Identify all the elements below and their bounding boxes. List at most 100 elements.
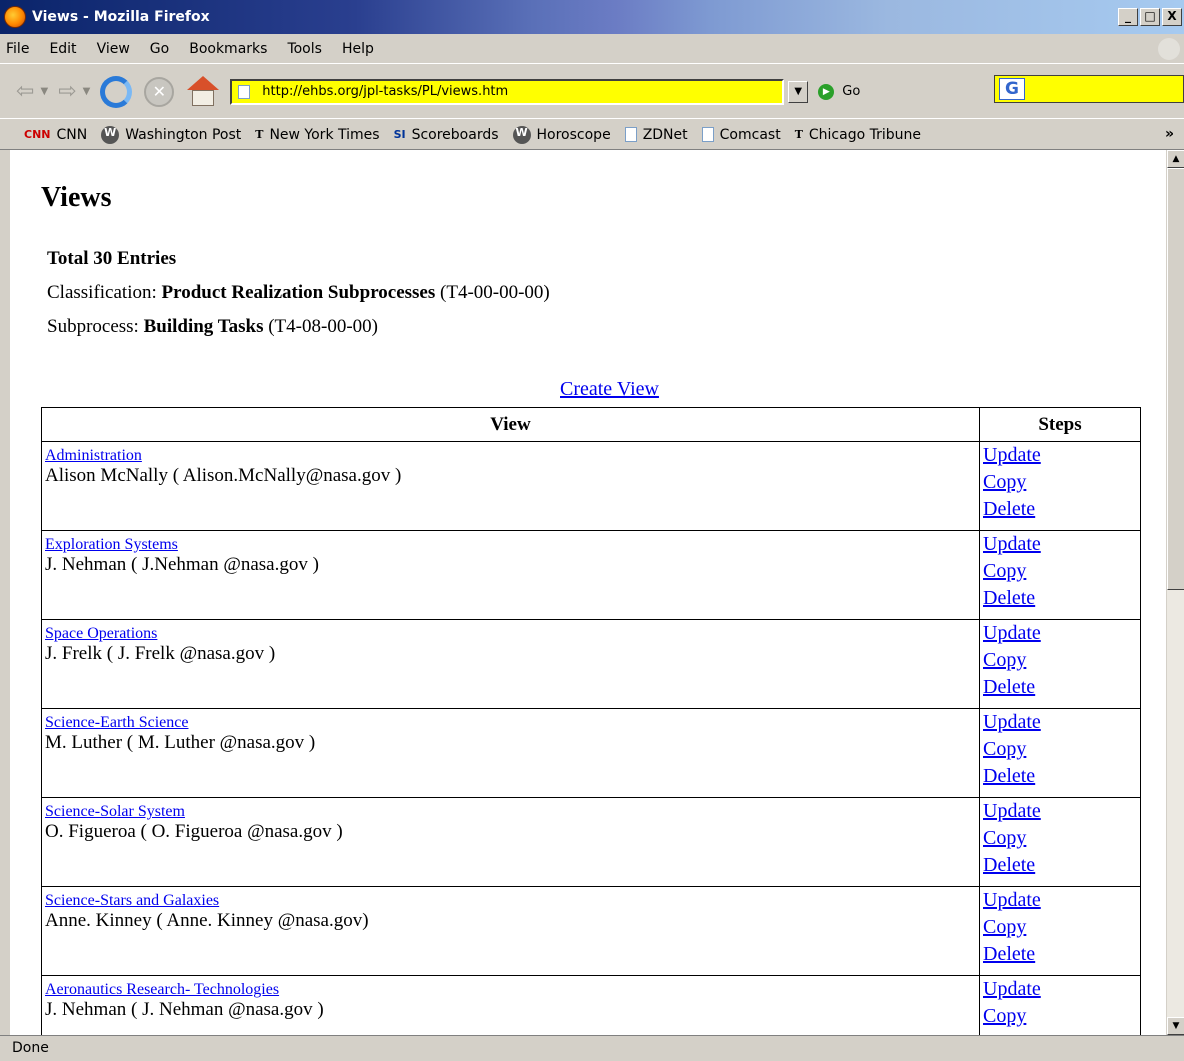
url-text[interactable]: http://ehbs.org/jpl-tasks/PL/views.htm (262, 84, 508, 99)
copy-link[interactable]: Copy (980, 1003, 1140, 1030)
subprocess-line: Subprocess: Building Tasks (T4-08-00-00) (47, 316, 378, 337)
reload-icon[interactable] (100, 75, 133, 108)
forward-arrow-icon: ⇨ (58, 79, 77, 104)
stop-icon[interactable]: ✕ (144, 76, 175, 107)
update-link[interactable]: Update (980, 620, 1140, 647)
page-content: Views Total 30 Entries Classification: P… (10, 150, 1166, 1035)
steps-cell: UpdateCopyDelete (979, 708, 1141, 798)
minimize-button[interactable]: _ (1118, 8, 1138, 26)
view-cell: Science-Solar System O. Figueroa ( O. Fig… (41, 797, 980, 887)
window-controls: _ □ X (1118, 8, 1182, 26)
steps-cell: UpdateCopyDelete (979, 797, 1141, 887)
delete-link[interactable]: Delete (980, 941, 1140, 968)
view-name-link[interactable]: Exploration Systems (42, 536, 979, 554)
bookmark-washington-post[interactable]: W Washington Post (101, 125, 241, 144)
view-cell: Science-Earth Science M. Luther ( M. Luth… (41, 708, 980, 798)
bookmarks-overflow-chevron-icon[interactable]: » (1165, 126, 1174, 142)
view-cell: Aeronautics Research- Technologies J. Ne… (41, 975, 980, 1035)
copy-link[interactable]: Copy (980, 736, 1140, 763)
back-button[interactable]: ⇦ ▼ (16, 79, 48, 104)
url-bar[interactable]: http://ehbs.org/jpl-tasks/PL/views.htm (230, 78, 785, 105)
bookmark-chicago-tribune[interactable]: T Chicago Tribune (795, 127, 921, 143)
view-cell: Space Operations J. Frelk ( J. Frelk @na… (41, 619, 980, 709)
update-link[interactable]: Update (980, 442, 1140, 469)
bookmark-scoreboards[interactable]: SI Scoreboards (394, 127, 499, 143)
menu-edit[interactable]: Edit (49, 41, 76, 57)
table-row: Exploration Systems J. Nehman ( J.Nehman… (41, 530, 1141, 620)
forward-dropdown-icon[interactable]: ▼ (83, 86, 91, 97)
throbber-icon (1158, 38, 1180, 60)
menu-bar: File Edit View Go Bookmarks Tools Help (0, 34, 1184, 64)
close-button[interactable]: X (1162, 8, 1182, 26)
url-dropdown-button[interactable]: ▼ (788, 80, 809, 103)
tribune-icon: T (794, 127, 803, 141)
view-owner: Alison McNally ( Alison.McNally@nasa.gov… (45, 465, 402, 486)
view-cell: Administration Alison McNally ( Alison.Mc… (41, 441, 980, 531)
bookmark-new-york-times[interactable]: T New York Times (255, 127, 379, 143)
menu-go[interactable]: Go (150, 41, 169, 57)
bookmark-horoscope[interactable]: W Horoscope (512, 125, 611, 144)
table-row: Aeronautics Research- Technologies J. Ne… (41, 975, 1141, 1035)
delete-link[interactable]: Delete (980, 585, 1140, 612)
google-icon[interactable]: G (999, 78, 1025, 100)
view-name-link[interactable]: Space Operations (42, 625, 979, 643)
view-owner: O. Figueroa ( O. Figueroa @nasa.gov ) (45, 821, 343, 842)
view-cell: Exploration Systems J. Nehman ( J.Nehman… (41, 530, 980, 620)
vertical-scrollbar[interactable]: ▲ ▼ (1166, 150, 1184, 1035)
forward-button[interactable]: ⇨ ▼ (58, 79, 90, 104)
view-name-link[interactable]: Science-Stars and Galaxies (42, 892, 979, 910)
delete-link[interactable]: Delete (980, 496, 1140, 523)
view-cell: Science-Stars and Galaxies Anne. Kinney (… (41, 886, 980, 976)
copy-link[interactable]: Copy (980, 825, 1140, 852)
copy-link[interactable]: Copy (980, 914, 1140, 941)
table-row: Science-Solar System O. Figueroa ( O. Fig… (41, 797, 1141, 887)
status-bar: Done (0, 1035, 1184, 1061)
copy-link[interactable]: Copy (980, 558, 1140, 585)
steps-cell: UpdateCopyDelete (979, 975, 1141, 1035)
table-row: Science-Earth Science M. Luther ( M. Luth… (41, 708, 1141, 798)
delete-link[interactable]: Delete (980, 852, 1140, 879)
bookmarks-toolbar: CNN CNN W Washington Post T New York Times … (0, 120, 1184, 150)
copy-link[interactable]: Copy (980, 469, 1140, 496)
view-name-link[interactable]: Aeronautics Research- Technologies (42, 981, 979, 999)
create-view-link[interactable]: Create View (560, 378, 659, 401)
scroll-thumb[interactable] (1167, 168, 1184, 590)
view-owner: J. Nehman ( J.Nehman @nasa.gov ) (45, 554, 319, 575)
view-name-link[interactable]: Science-Solar System (42, 803, 979, 821)
menu-help[interactable]: Help (342, 41, 374, 57)
view-column-header: View (41, 407, 980, 442)
menu-tools[interactable]: Tools (287, 41, 322, 57)
update-link[interactable]: Update (980, 887, 1140, 914)
go-button[interactable]: ▶ Go (818, 83, 860, 100)
go-arrow-icon: ▶ (818, 83, 835, 100)
steps-column-header: Steps (979, 407, 1141, 442)
bookmark-comcast[interactable]: Comcast (701, 127, 781, 143)
bookmark-cnn[interactable]: CNN CNN (24, 127, 87, 143)
maximize-button[interactable]: □ (1140, 8, 1160, 26)
copy-link[interactable]: Copy (980, 647, 1140, 674)
search-box[interactable]: G (994, 75, 1184, 103)
view-name-link[interactable]: Science-Earth Science (42, 714, 979, 732)
scroll-up-arrow-icon[interactable]: ▲ (1167, 150, 1184, 168)
home-icon[interactable] (186, 75, 220, 108)
menu-view[interactable]: View (97, 41, 130, 57)
update-link[interactable]: Update (980, 709, 1140, 736)
view-owner: J. Frelk ( J. Frelk @nasa.gov ) (45, 643, 276, 664)
menu-file[interactable]: File (6, 41, 29, 57)
menu-bookmarks[interactable]: Bookmarks (189, 41, 267, 57)
firefox-icon (4, 6, 26, 28)
delete-link[interactable]: Delete (980, 674, 1140, 701)
update-link[interactable]: Update (980, 531, 1140, 558)
page-title: Views (41, 182, 112, 213)
window-title: Views - Mozilla Firefox (32, 9, 210, 25)
back-dropdown-icon[interactable]: ▼ (40, 86, 48, 97)
delete-link[interactable]: Delete (980, 763, 1140, 790)
page-icon (238, 84, 251, 99)
update-link[interactable]: Update (980, 798, 1140, 825)
bookmark-zdnet[interactable]: ZDNet (624, 127, 688, 143)
view-name-link[interactable]: Administration (42, 447, 979, 465)
page-icon (701, 127, 714, 142)
scroll-down-arrow-icon[interactable]: ▼ (1167, 1017, 1184, 1035)
title-bar: Views - Mozilla Firefox _ □ X (0, 0, 1184, 34)
update-link[interactable]: Update (980, 976, 1140, 1003)
